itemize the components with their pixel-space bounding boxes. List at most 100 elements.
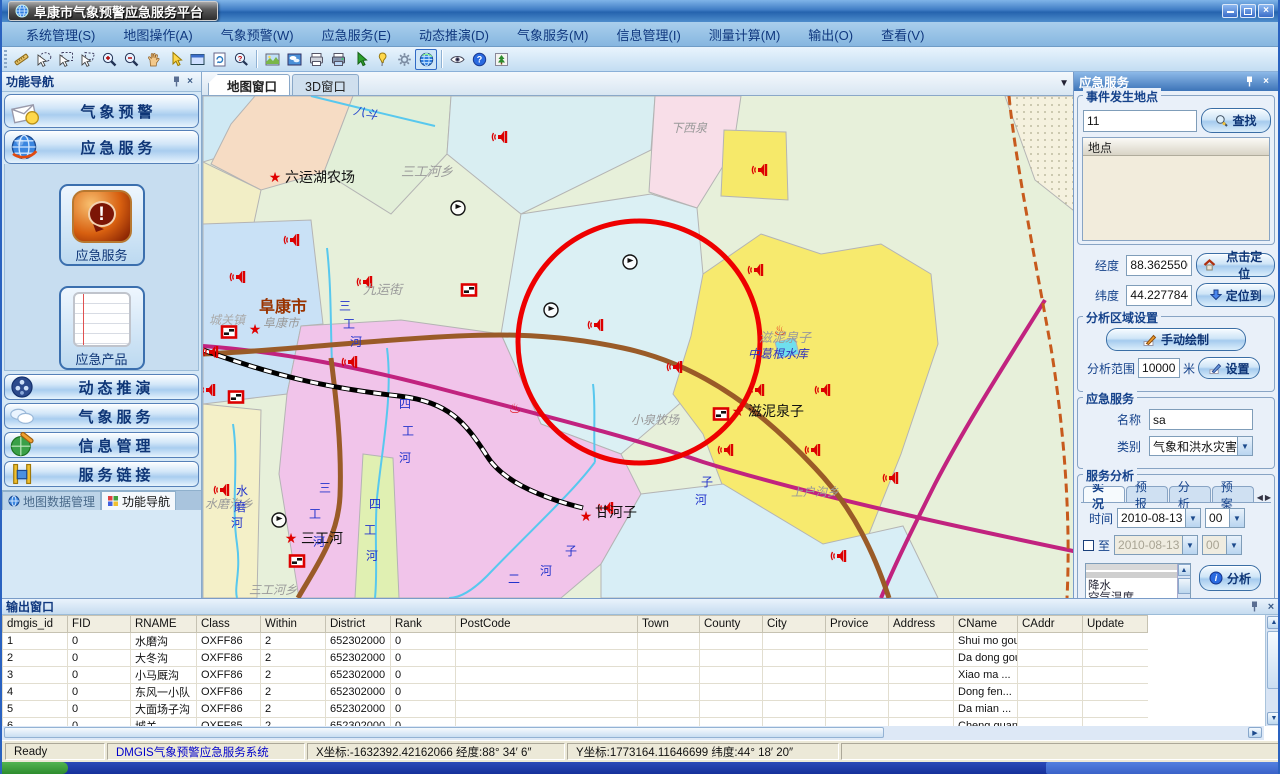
image-icon[interactable] bbox=[261, 49, 283, 70]
column-header-class[interactable]: Class bbox=[197, 616, 261, 633]
table-row[interactable]: 40东风一小队OXFF8626523020000Dong fen... bbox=[3, 684, 1148, 701]
column-header-county[interactable]: County bbox=[700, 616, 763, 633]
menu-item-4[interactable]: 动态推演(D) bbox=[405, 23, 503, 46]
table-row[interactable]: 50大面场子沟OXFF8626523020000Da mian ... bbox=[3, 701, 1148, 718]
output-vscrollbar[interactable]: ▲ ▼ bbox=[1265, 615, 1280, 726]
help-icon[interactable]: ? bbox=[468, 49, 490, 70]
arrow-green-icon[interactable] bbox=[349, 49, 371, 70]
flag-marker-icon[interactable] bbox=[229, 392, 243, 403]
start-button[interactable] bbox=[2, 762, 68, 774]
nav-section-0[interactable]: 气象预警 bbox=[4, 94, 199, 128]
menu-item-6[interactable]: 信息管理(I) bbox=[603, 23, 695, 46]
close-button[interactable]: × bbox=[1258, 4, 1274, 18]
nav-lower-section-2[interactable]: 信息管理 bbox=[4, 432, 199, 458]
flag-marker-icon[interactable] bbox=[290, 556, 304, 567]
column-header-rname[interactable]: RNAME bbox=[131, 616, 197, 633]
close-icon[interactable]: × bbox=[1264, 601, 1278, 613]
location-list[interactable]: 地点 bbox=[1082, 137, 1270, 241]
map-tab-0[interactable]: 地图窗口 bbox=[208, 74, 290, 95]
zoom-out-icon[interactable] bbox=[120, 49, 142, 70]
set-range-button[interactable]: 设置 bbox=[1198, 357, 1260, 379]
hscroll-thumb[interactable] bbox=[4, 727, 884, 738]
export-icon[interactable] bbox=[490, 49, 512, 70]
location-keyword-input[interactable] bbox=[1083, 110, 1197, 132]
table-row[interactable]: 10水磨沟OXFF8626523020000Shui mo gou bbox=[3, 633, 1148, 650]
eye-icon[interactable] bbox=[446, 49, 468, 70]
zoom-in-icon[interactable] bbox=[98, 49, 120, 70]
column-header-address[interactable]: Address bbox=[889, 616, 954, 633]
column-header-caddr[interactable]: CAddr bbox=[1018, 616, 1083, 633]
flag-marker-icon[interactable] bbox=[462, 285, 476, 296]
manual-draw-button[interactable]: 手动绘制 bbox=[1106, 328, 1246, 351]
longitude-input[interactable] bbox=[1126, 255, 1192, 276]
menu-item-3[interactable]: 应急服务(E) bbox=[308, 23, 405, 46]
scroll-up-icon[interactable]: ▲ bbox=[1267, 616, 1280, 629]
left-panel-tab-0[interactable]: 地图数据管理 bbox=[2, 491, 101, 510]
star-marker-icon[interactable]: ★ bbox=[249, 321, 262, 337]
poi-circle-icon[interactable] bbox=[272, 513, 286, 527]
menu-item-7[interactable]: 测量计算(M) bbox=[695, 23, 795, 46]
globe-icon[interactable] bbox=[415, 49, 437, 70]
column-header-city[interactable]: City bbox=[763, 616, 826, 633]
tab-scroll-left-icon[interactable]: ◀ bbox=[1257, 493, 1263, 502]
column-header-postcode[interactable]: PostCode bbox=[456, 616, 638, 633]
locate-to-button[interactable]: 定位到 bbox=[1196, 283, 1275, 307]
vscroll-thumb[interactable] bbox=[1267, 631, 1280, 689]
refresh-icon[interactable] bbox=[208, 49, 230, 70]
toolbar-grip[interactable] bbox=[4, 50, 7, 68]
flag-marker-icon[interactable] bbox=[714, 409, 728, 420]
column-header-dmgis_id[interactable]: dmgis_id bbox=[3, 616, 68, 633]
select-polygon-icon[interactable] bbox=[76, 49, 98, 70]
minimize-button[interactable] bbox=[1222, 4, 1238, 18]
menu-item-8[interactable]: 输出(O) bbox=[794, 23, 867, 46]
menu-item-5[interactable]: 气象服务(M) bbox=[503, 23, 603, 46]
column-header-within[interactable]: Within bbox=[261, 616, 326, 633]
column-header-rank[interactable]: Rank bbox=[391, 616, 456, 633]
poi-circle-icon[interactable] bbox=[544, 303, 558, 317]
select-rect-icon[interactable] bbox=[54, 49, 76, 70]
scroll-right-icon[interactable]: ▶ bbox=[1248, 727, 1262, 738]
menu-item-0[interactable]: 系统管理(S) bbox=[12, 23, 109, 46]
taskbar-window-button[interactable] bbox=[1046, 762, 1280, 774]
location-list-header[interactable]: 地点 bbox=[1083, 138, 1269, 156]
menu-item-9[interactable]: 查看(V) bbox=[867, 23, 938, 46]
map-canvas[interactable]: ♨♨★★★★★八斗六运湖农场三工河乡下西泉九运街阜康市城关镇阜康市滋泥泉子中葛根… bbox=[202, 96, 1077, 598]
map-clouds-icon[interactable] bbox=[283, 49, 305, 70]
pin-icon[interactable] bbox=[371, 49, 393, 70]
emergency-product-button[interactable]: 应急产品 bbox=[59, 286, 145, 370]
column-header-district[interactable]: District bbox=[326, 616, 391, 633]
spring-icon[interactable]: ♨ bbox=[509, 400, 522, 416]
star-marker-icon[interactable]: ★ bbox=[269, 169, 282, 185]
click-locate-button[interactable]: 点击定位 bbox=[1196, 253, 1275, 277]
pin-icon[interactable] bbox=[1245, 76, 1259, 87]
analysis-tab-0[interactable]: 实况 bbox=[1083, 486, 1125, 502]
hour-select[interactable]: 00▼ bbox=[1205, 508, 1245, 528]
ruler-icon[interactable] bbox=[10, 49, 32, 70]
date-select[interactable]: 2010-08-13▼ bbox=[1117, 508, 1201, 528]
column-header-cname[interactable]: CName bbox=[954, 616, 1018, 633]
menu-item-2[interactable]: 气象预警(W) bbox=[207, 23, 308, 46]
pointer-icon[interactable] bbox=[164, 49, 186, 70]
analysis-tab-1[interactable]: 预报 bbox=[1126, 486, 1168, 502]
column-header-update[interactable]: Update bbox=[1083, 616, 1148, 633]
column-header-provice[interactable]: Provice bbox=[826, 616, 889, 633]
menu-item-1[interactable]: 地图操作(A) bbox=[109, 23, 206, 46]
scroll-down-icon[interactable]: ▼ bbox=[1267, 712, 1280, 725]
printer-color-icon[interactable] bbox=[327, 49, 349, 70]
close-icon[interactable]: × bbox=[183, 75, 197, 88]
identify-icon[interactable]: ? bbox=[230, 49, 252, 70]
pin-icon[interactable] bbox=[169, 75, 183, 88]
star-marker-icon[interactable]: ★ bbox=[732, 403, 745, 419]
table-row[interactable]: 30小马厩沟OXFF8626523020000Xiao ma ... bbox=[3, 667, 1148, 684]
chevron-down-icon[interactable]: ▼ bbox=[1059, 78, 1069, 89]
chevron-down-icon[interactable]: ▼ bbox=[1185, 509, 1200, 527]
nav-section-1[interactable]: 应急服务 bbox=[4, 130, 199, 164]
nav-lower-section-0[interactable]: 动态推演 bbox=[4, 374, 199, 400]
nav-lower-section-3[interactable]: 服务链接 bbox=[4, 461, 199, 487]
chevron-down-icon[interactable]: ▼ bbox=[1229, 509, 1244, 527]
table-row[interactable]: 60城关OXFF8526523020000Cheng guan bbox=[3, 718, 1148, 727]
analysis-tab-2[interactable]: 分析 bbox=[1169, 486, 1211, 502]
poi-circle-icon[interactable] bbox=[451, 201, 465, 215]
analysis-tab-3[interactable]: 预案 bbox=[1212, 486, 1254, 502]
find-button[interactable]: 查找 bbox=[1201, 108, 1271, 133]
